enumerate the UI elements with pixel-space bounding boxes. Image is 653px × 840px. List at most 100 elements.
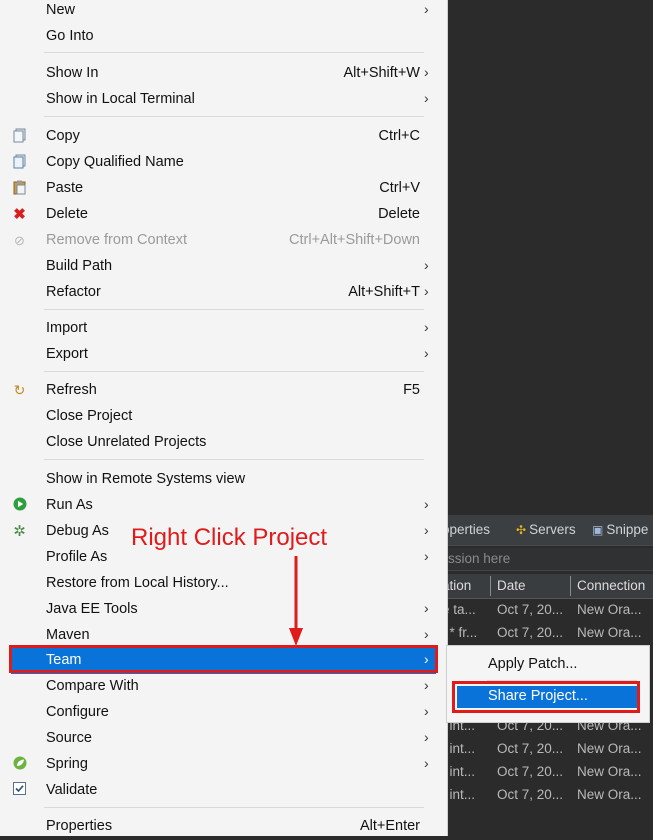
menu-item-refresh[interactable]: ↻ Refresh F5 [0,378,447,404]
menu-item-show-in-remote-systems-view[interactable]: Show in Remote Systems view [0,467,447,493]
menu-item-label: Import [46,320,88,336]
tab-servers[interactable]: ✣ Servers [516,522,576,537]
submenu-item-label: Apply Patch... [488,656,578,672]
table-cell: New Ora... [577,741,642,756]
table-row[interactable]: t * fr... Oct 7, 20... New Ora... [440,622,653,645]
share-project-highlight-outline [452,681,640,713]
menu-item-copy[interactable]: Copy Ctrl+C [0,124,447,150]
menu-item-label: Run As [46,497,93,513]
menu-item-label: Refresh [46,382,97,398]
menu-item-label: Refactor [46,284,101,300]
menu-item-label: Close Unrelated Projects [46,434,207,450]
menu-separator [44,807,424,808]
submenu-item-apply-patch[interactable]: Apply Patch... [447,652,649,678]
menu-separator [44,371,424,372]
menu-item-run-as[interactable]: Run As › [0,493,447,519]
snippets-icon: ▣ [592,523,604,537]
menu-item-shortcut: Delete [378,206,420,222]
table-cell: Oct 7, 20... [497,787,564,802]
submenu-arrow-icon: › [424,64,429,80]
menu-item-validate[interactable]: Validate [0,778,447,804]
menu-item-restore-from-local-history[interactable]: Restore from Local History... [0,571,447,597]
column-divider[interactable] [490,576,491,596]
team-highlight-outline [9,645,438,673]
column-header-connection[interactable]: Connection [577,578,645,593]
table-row[interactable]: t int... Oct 7, 20... New Ora... [440,738,653,761]
menu-separator [44,459,424,460]
submenu-arrow-icon: › [424,548,429,564]
menu-item-label: Debug As [46,523,109,539]
menu-item-paste[interactable]: Paste Ctrl+V [0,176,447,202]
validate-checkbox-icon [11,782,28,799]
menu-item-label: Delete [46,206,88,222]
table-cell: Oct 7, 20... [497,602,564,617]
column-divider[interactable] [570,576,571,596]
menu-item-export[interactable]: Export › [0,342,447,368]
table-cell: New Ora... [577,787,642,802]
menu-separator [44,116,424,117]
table-row[interactable]: t int... Oct 7, 20... New Ora... [440,761,653,784]
menu-item-label: Go Into [46,28,94,44]
table-row[interactable]: e ta... Oct 7, 20... New Ora... [440,599,653,622]
menu-item-delete[interactable]: ✖ Delete Delete [0,202,447,228]
menu-item-show-in-local-terminal[interactable]: Show in Local Terminal › [0,87,447,113]
menu-item-label: Maven [46,627,90,643]
run-icon [11,497,28,514]
submenu-arrow-icon: › [424,496,429,512]
menu-separator [44,52,424,53]
menu-item-label: Source [46,730,92,746]
menu-item-close-project[interactable]: Close Project [0,404,447,430]
menu-item-refactor[interactable]: Refactor Alt+Shift+T › [0,280,447,306]
table-cell: Oct 7, 20... [497,741,564,756]
panel-tab-bar: operties ✣ Servers ▣ Snippe [440,515,653,546]
column-header-date[interactable]: Date [497,578,526,593]
annotation-arrow-icon [289,556,303,646]
filter-placeholder: ssion here [448,551,511,566]
filter-input[interactable]: ssion here [440,548,653,571]
menu-item-source[interactable]: Source › [0,726,447,752]
menu-item-build-path[interactable]: Build Path › [0,254,447,280]
table-cell: New Ora... [577,625,642,640]
debug-bug-icon: ✲ [13,523,26,540]
menu-item-label: Spring [46,756,88,772]
submenu-arrow-icon: › [424,600,429,616]
servers-icon: ✣ [516,523,527,537]
menu-item-copy-qualified-name[interactable]: Copy Qualified Name [0,150,447,176]
menu-item-label: Paste [46,180,84,196]
menu-item-properties[interactable]: Properties Alt+Enter [0,814,447,840]
tab-snippets-label: Snippe [606,522,649,537]
menu-item-go-into[interactable]: Go Into [0,24,447,50]
tab-properties[interactable]: operties [442,522,490,537]
submenu-arrow-icon: › [424,345,429,361]
menu-item-label: Validate [46,782,98,798]
menu-item-show-in[interactable]: Show In Alt+Shift+W › [0,61,447,87]
menu-item-shortcut: Alt+Shift+W [343,65,420,81]
menu-item-close-unrelated-projects[interactable]: Close Unrelated Projects [0,430,447,456]
table-cell: New Ora... [577,602,642,617]
menu-item-label: Properties [46,818,113,834]
menu-item-label: Copy [46,128,80,144]
refresh-icon: ↻ [13,382,26,398]
menu-item-import[interactable]: Import › [0,316,447,342]
menu-item-label: Remove from Context [46,232,188,248]
menu-item-label: Configure [46,704,109,720]
menu-separator [44,309,424,310]
tab-servers-label: Servers [529,522,576,537]
menu-item-configure[interactable]: Configure › [0,700,447,726]
table-row[interactable]: t int... Oct 7, 20... New Ora... [440,784,653,807]
menu-item-shortcut: Alt+Shift+T [348,284,420,300]
tab-snippets[interactable]: ▣ Snippe [592,522,648,537]
submenu-arrow-icon: › [424,257,429,273]
menu-item-compare-with[interactable]: Compare With › [0,674,447,700]
menu-item-new[interactable]: New › [0,0,447,24]
project-context-menu: New › Go Into Show In Alt+Shift+W › Show… [0,0,448,836]
menu-item-shortcut: Ctrl+V [379,180,420,196]
menu-item-shortcut: F5 [403,382,420,398]
menu-item-label: Compare With [46,678,139,694]
submenu-arrow-icon: › [424,626,429,642]
menu-item-label: Close Project [46,408,133,424]
menu-item-java-ee-tools[interactable]: Java EE Tools › [0,597,447,623]
menu-item-spring[interactable]: Spring › [0,752,447,778]
table-cell: New Ora... [577,764,642,779]
menu-item-shortcut: Alt+Enter [359,818,420,834]
